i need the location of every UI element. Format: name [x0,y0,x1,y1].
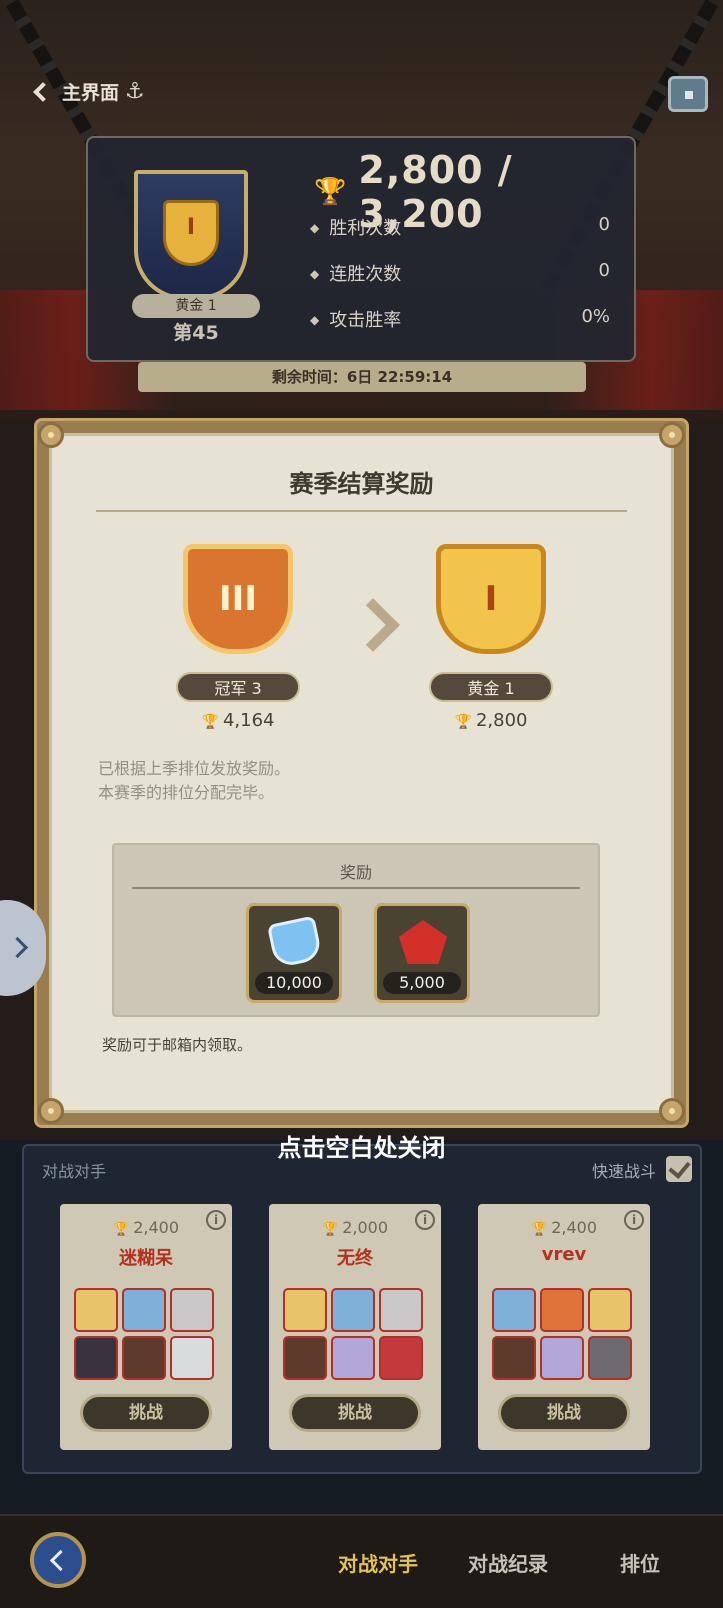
bottom-nav: 对战对手 对战纪录 排位 [0,1514,723,1608]
challenge-button[interactable]: 挑战 [498,1394,630,1432]
hero-portrait [283,1288,327,1332]
nav-ranking[interactable]: 排位 [620,1548,660,1577]
modal-title: 赛季结算奖励 [289,470,434,498]
season-timer: 剩余时间：6日 22:59:14 [138,362,586,392]
hero-portrait [331,1288,375,1332]
reward-box: 奖励 10,000 5,000 [112,843,600,1017]
hero-portrait [283,1336,327,1380]
trophy-icon: 🏆 [314,177,347,207]
reward-note-line2: 本赛季的排位分配完毕。 [98,783,275,802]
hero-portrait [379,1336,423,1380]
hero-portrait [540,1288,584,1332]
hero-portrait [170,1288,214,1332]
corner-ornament [38,1098,64,1124]
hero-lineup [492,1288,638,1380]
challenge-button[interactable]: 挑战 [80,1394,212,1432]
trophy-small-icon: 🏆 [322,1222,339,1237]
reward-title: 奖励 [339,863,372,882]
opponent-name: vrev [541,1244,587,1265]
gold-trophy-icon: I [436,544,546,654]
corner-ornament [659,1098,685,1124]
new-tier-name: 黄金 1 [429,672,553,702]
stat-row-winrate: 攻击胜率 0% [310,306,610,332]
rank-panel: I 黄金 1 第45 🏆 2,800 / 3,200 胜利次数 0 连胜次数 0… [86,136,636,362]
gold-trophy-icon: I [163,200,219,266]
tap-to-close-hint[interactable]: 点击空白处关闭 [0,1128,723,1163]
previous-tier: III 冠军 3 🏆 4,164 [163,544,313,731]
hero-portrait [74,1336,118,1380]
anchor-icon: ⚓ [125,79,145,104]
tier-banner-icon: I [134,170,248,300]
hero-portrait [331,1336,375,1380]
hero-portrait [170,1336,214,1380]
hero-lineup [74,1288,220,1380]
trophy-small-icon: 🏆 [454,714,472,730]
diamond-icon [266,915,324,969]
opponent-card[interactable]: 🏆 2,000 i 无终 挑战 [269,1204,441,1450]
hero-portrait [122,1336,166,1380]
back-circle-icon[interactable] [30,1532,86,1588]
previous-tier-name: 冠军 3 [176,672,300,702]
champion-trophy-icon: III [183,544,293,654]
opponent-name: 迷糊呆 [119,1248,173,1269]
rank-tier-label: 黄金 1 [132,294,260,318]
back-to-main-button[interactable]: 主界面 ⚓ [33,78,145,105]
reward-item-token[interactable]: 5,000 [374,903,470,1003]
divider [132,887,580,889]
hero-portrait [492,1288,536,1332]
divider [96,510,627,512]
info-icon[interactable]: i [415,1210,435,1230]
reward-amount: 10,000 [255,972,333,994]
reward-amount: 5,000 [383,972,461,994]
new-tier: I 黄金 1 🏆 2,800 [416,544,566,731]
hero-portrait [379,1288,423,1332]
challenge-button[interactable]: 挑战 [289,1394,421,1432]
hero-lineup [283,1288,429,1380]
previous-tier-points: 🏆 4,164 [201,710,275,731]
opponent-card[interactable]: 🏆 2,400 i vrev 挑战 [478,1204,650,1450]
info-icon[interactable]: i [624,1210,644,1230]
hero-portrait [540,1336,584,1380]
modal-body: 赛季结算奖励 III 冠军 3 🏆 4,164 I 黄金 1 🏆 2,800 已根据… [38,422,685,1124]
pentagon-token-icon [399,920,447,964]
nav-opponents[interactable]: 对战对手 [338,1548,418,1577]
claim-note: 奖励可于邮箱内领取。 [102,1036,253,1054]
arrow-right-icon [346,598,400,652]
back-label: 主界面 [62,82,120,104]
reward-item-diamond[interactable]: 10,000 [246,903,342,1003]
trophy-small-icon: 🏆 [113,1222,130,1237]
hero-portrait [588,1288,632,1332]
rank-position: 第45 [173,322,219,344]
reward-note-line1: 已根据上季排位发放奖励。 [98,759,291,778]
corner-ornament [659,422,685,448]
info-icon[interactable]: i [206,1210,226,1230]
tier-numeral: I [186,215,196,240]
hero-portrait [492,1336,536,1380]
hero-portrait [74,1288,118,1332]
trophy-small-icon: 🏆 [201,714,219,730]
hero-portrait [122,1288,166,1332]
stat-row-streak: 连胜次数 0 [310,260,610,286]
hero-portrait [588,1336,632,1380]
corner-ornament [38,422,64,448]
trophy-small-icon: 🏆 [531,1222,548,1237]
season-reward-modal[interactable]: 赛季结算奖励 III 冠军 3 🏆 4,164 I 黄金 1 🏆 2,800 已根据… [34,418,689,1128]
stat-row-wins: 胜利次数 0 [310,214,610,240]
toolbox-icon[interactable] [668,76,708,112]
opponent-name: 无终 [337,1248,373,1269]
opponent-card[interactable]: 🏆 2,400 i 迷糊呆 挑战 [60,1204,232,1450]
new-tier-points: 🏆 2,800 [454,710,528,731]
nav-records[interactable]: 对战纪录 [468,1548,548,1577]
chevron-left-icon [33,81,53,102]
opponents-panel: 对战对手 快速战斗 🏆 2,400 i 迷糊呆 挑战 🏆 2,000 i 无终 挑战… [22,1144,702,1474]
